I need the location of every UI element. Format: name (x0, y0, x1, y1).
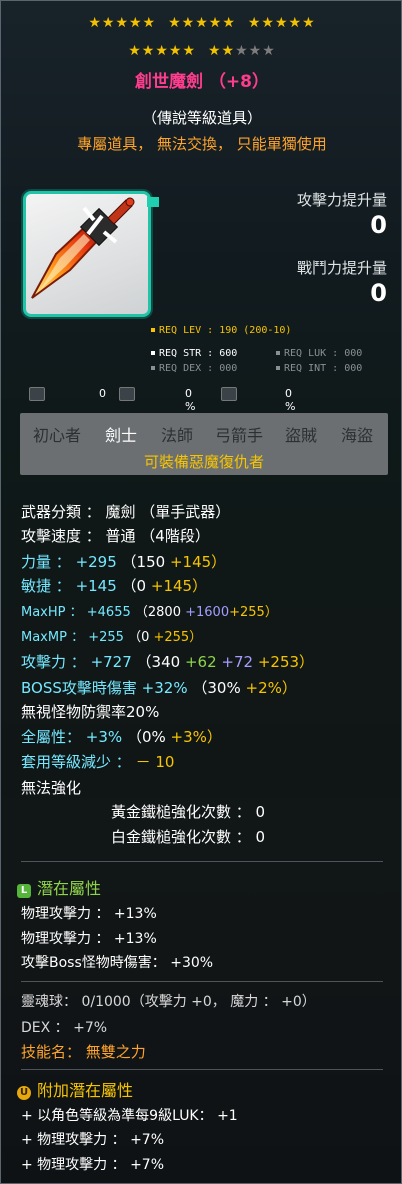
item-name: 創世魔劍 （+8） (135, 72, 269, 92)
soul-skill: 技能名： 無雙之力 (21, 1043, 146, 1061)
scissors-icon (29, 387, 45, 401)
item-icon-frame (23, 191, 151, 317)
item-tooltip: ★★★★★ ★★★★★ ★★★★★ ★★★★★ ★★★★★ 創世魔劍 （+8） （傳說… (0, 0, 402, 1184)
unique-badge-icon: U (17, 1086, 31, 1100)
soul-line: 靈魂球： 0/1000（攻擊力 +0， 魔力 ： +0） (21, 994, 316, 1010)
misc-value-c: 0 % (285, 387, 296, 413)
potential-header: L 潛在屬性 (17, 875, 101, 899)
bonus-line-2: + 物理攻擊力 ： +7% (21, 1132, 165, 1148)
stat-dex: 敏捷 ： +145 （0 +145） (21, 577, 208, 595)
divider (21, 861, 383, 862)
potential-line-2: 物理攻擊力 ： +13% (21, 931, 157, 947)
legendary-badge-icon: L (17, 884, 31, 898)
platinum-hammer-count: 白金鐵槌強化次數 ： 0 (111, 828, 266, 846)
shield-icon (221, 387, 237, 401)
req-int: REQ INT : 000 (276, 363, 362, 374)
power-increase-label: 戰鬥力提升量 (296, 259, 387, 277)
job-warrior: 劍士 (105, 426, 138, 445)
gold-hammer-count: 黃金鐵槌強化次數 ： 0 (111, 803, 266, 821)
stat-maxhp: MaxHP ： +4655 （2800 +1600+255） (21, 605, 278, 620)
bonus-potential-header: U 附加潛在屬性 (17, 1077, 133, 1101)
divider (21, 1069, 383, 1070)
stat-attack: 攻擊力 ： +727 （340 +62 +72 +253） (21, 653, 315, 671)
power-increase-value: 0 (370, 279, 387, 307)
stat-ignore-defense: 無視怪物防禦率20% (21, 703, 160, 721)
req-str: REQ STR : 600 (151, 348, 237, 359)
stat-all-stats: 全屬性： +3% （0% +3%） (21, 728, 222, 746)
star-force-row-2: ★★★★★ ★★★★★ (128, 43, 276, 59)
divider (21, 981, 383, 982)
stat-str: 力量 ： +295 （150 +145） (21, 553, 227, 571)
weapon-type: 武器分類 ： 魔劍 （單手武器） (21, 503, 231, 521)
job-pirate: 海盜 (341, 426, 374, 445)
attack-increase-label: 攻擊力提升量 (296, 191, 387, 209)
attack-speed: 攻擊速度 ： 普通 （4階段） (21, 527, 210, 545)
no-enhance: 無法強化 (21, 779, 82, 797)
job-equip-note: 可裝備惡魔復仇者 (143, 453, 264, 471)
flame-sword-icon (31, 197, 135, 299)
stat-maxmp: MaxMP ： +255 （0 +255） (21, 630, 203, 645)
job-magician: 法師 (161, 426, 194, 445)
potential-line-3: 攻擊Boss怪物時傷害： +30% (21, 955, 214, 971)
tag-flag-icon (147, 197, 159, 207)
attack-increase-value: 0 (370, 211, 387, 239)
req-luk: REQ LUK : 000 (276, 348, 362, 359)
potential-line-1: 物理攻擊力 ： +13% (21, 906, 157, 922)
misc-value-a: 0 (99, 387, 106, 400)
bonus-line-3: + 物理攻擊力 ： +7% (21, 1157, 165, 1173)
job-beginner: 初心者 (33, 426, 82, 445)
defense-icon (119, 387, 135, 401)
trade-restriction: 專屬道具， 無法交換， 只能單獨使用 (77, 135, 327, 153)
item-grade: （傳說等級道具） (141, 109, 262, 127)
req-dex: REQ DEX : 000 (151, 363, 237, 374)
stat-boss-damage: BOSS攻擊時傷害 +32% （30% +2%） (21, 679, 297, 697)
stat-level-reduction: 套用等級減少 ： － 10 (21, 753, 175, 771)
star-force-row-1: ★★★★★ ★★★★★ ★★★★★ (88, 15, 316, 31)
req-level: REQ LEV : 190 (200-10) (151, 325, 291, 336)
job-archer: 弓箭手 (215, 426, 264, 445)
soul-dex: DEX ： +7% (21, 1020, 108, 1036)
job-list: 初心者 劍士 法師 弓箭手 盜賊 海盜 (21, 422, 387, 445)
misc-value-b: 0 % (185, 387, 196, 413)
bonus-line-1: + 以角色等級為準每9級LUK： +1 (21, 1108, 238, 1124)
job-thief: 盜賊 (285, 426, 318, 445)
